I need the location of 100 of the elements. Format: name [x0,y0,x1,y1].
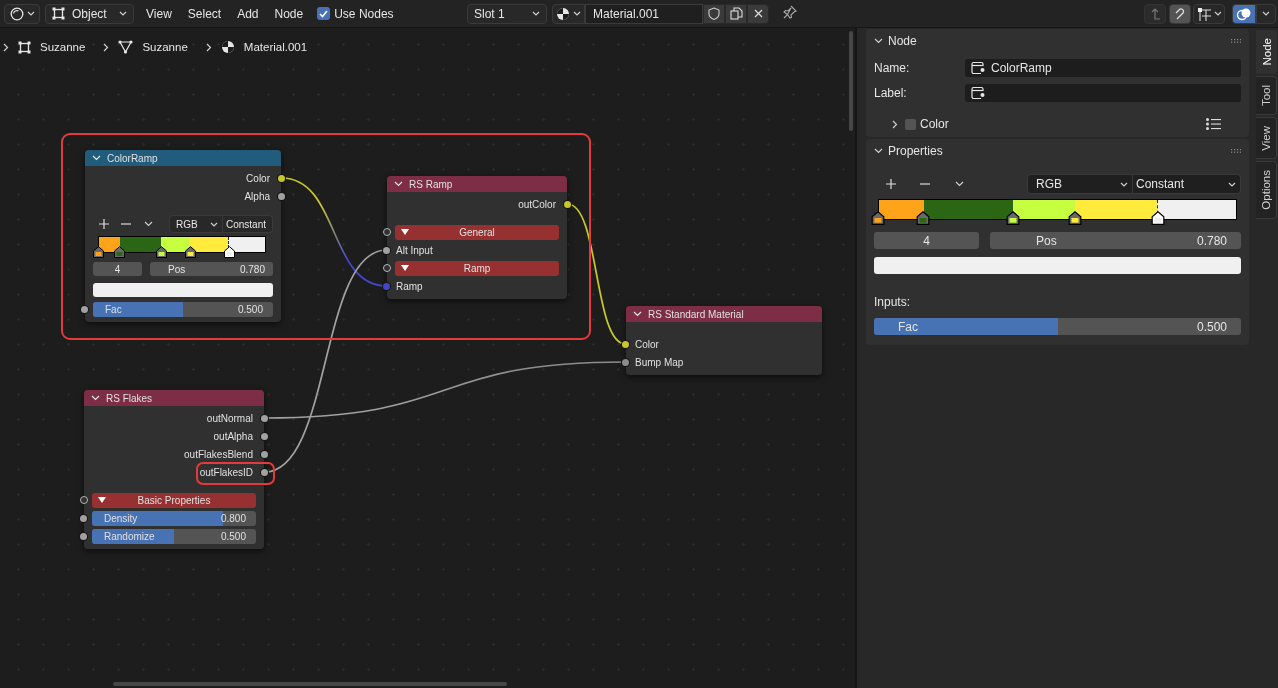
color-stop[interactable] [184,246,196,258]
menu-item[interactable]: View [138,3,180,24]
snap-toggle[interactable] [1169,3,1191,24]
chevron-right-icon[interactable] [892,119,898,129]
menu-item[interactable]: Select [179,3,230,24]
editor-type-dropdown[interactable] [4,3,40,24]
interpolation-dropdown[interactable]: Constant [223,215,273,233]
sidebar-tab[interactable]: Options [1256,161,1277,219]
menu-item[interactable]: Add [229,3,267,24]
chevron-down-icon[interactable] [92,155,101,161]
snap-mode-dropdown[interactable] [1193,3,1225,24]
unlink-button[interactable] [747,3,769,24]
plus-icon[interactable] [99,219,109,229]
panel-socket[interactable] [382,264,391,272]
socket[interactable] [564,200,571,208]
scrollbar[interactable] [113,682,507,686]
color-mode-dropdown[interactable]: RGB [1027,174,1133,194]
chevron-right-icon[interactable] [103,42,110,52]
socket[interactable] [622,358,629,366]
stop-index-field[interactable]: 4 [93,262,142,276]
value-slider[interactable]: Randomize 0.500 [92,528,256,544]
position-field[interactable]: Pos 0.780 [990,232,1241,249]
square-icon [52,7,65,20]
scrollbar[interactable] [849,31,853,131]
menu-item[interactable]: Node [266,3,312,24]
slot-dropdown[interactable]: Slot 1 [467,3,547,24]
color-stop[interactable] [1005,211,1020,225]
object-mode-dropdown[interactable]: Object [45,3,134,24]
socket[interactable] [80,532,87,540]
value-slider[interactable]: Fac 0.500 [93,301,273,317]
color-swatch[interactable] [93,283,273,297]
panel-socket[interactable] [79,496,88,504]
breadcrumb-item[interactable]: Material.001 [243,41,308,53]
color-swatch[interactable] [874,257,1241,274]
caret-icon [1228,181,1236,187]
breadcrumb-item[interactable]: Suzanne [40,41,86,53]
color-stop[interactable] [1068,211,1083,225]
pin-icon[interactable] [783,5,797,19]
socket[interactable] [261,450,268,458]
color-stop[interactable] [871,211,885,225]
color-stop[interactable] [155,246,167,258]
socket[interactable] [383,246,390,254]
color-stop[interactable] [113,246,125,258]
color-stop[interactable] [92,246,104,258]
breadcrumb-item[interactable]: Suzanne [142,41,188,53]
chevron-down-icon[interactable] [874,37,883,44]
text-field[interactable]: ColorRamp [965,59,1241,77]
panel-toggle[interactable]: Basic Properties [92,492,256,508]
plus-icon[interactable] [886,179,896,189]
fake-user-button[interactable] [703,3,725,24]
duplicate-button[interactable] [725,3,747,24]
panel-toggle[interactable]: Ramp [395,260,559,276]
socket[interactable] [278,174,285,182]
color-stop[interactable] [915,211,930,225]
checkbox-label[interactable]: Use Nodes [334,6,394,21]
parent-node-button[interactable] [1144,3,1166,24]
material-browse-button[interactable] [552,3,585,24]
node-header[interactable]: RS Flakes [84,390,264,406]
socket[interactable] [261,414,268,422]
socket[interactable] [278,192,285,200]
material-name-field[interactable]: Material.001 [585,3,703,24]
node-icon [971,86,985,100]
interpolation-dropdown[interactable]: Constant [1133,174,1241,194]
caret-icon[interactable] [143,221,153,227]
panel-toggle[interactable]: General [395,224,559,240]
chevron-down-icon[interactable] [91,395,100,401]
text-field[interactable] [965,84,1241,102]
overlays-toggle[interactable] [1232,3,1256,24]
node-header[interactable]: RS Standard Material [626,306,822,322]
socket[interactable] [80,514,87,522]
panel-title[interactable]: Properties [888,143,1226,158]
checkbox[interactable] [317,7,331,20]
panel-socket[interactable] [382,228,391,236]
sidebar-tab[interactable]: Node [1256,30,1277,74]
color-stop[interactable] [223,246,235,258]
color-mode-dropdown[interactable]: RGB [169,215,223,233]
chevron-down-icon[interactable] [633,311,642,317]
drag-handle-icon[interactable] [1231,38,1241,43]
drag-handle-icon[interactable] [1231,148,1241,153]
checkbox[interactable] [905,118,916,130]
stop-index-field[interactable]: 4 [874,232,979,249]
socket[interactable] [81,305,88,313]
chevron-right-icon[interactable] [3,42,9,52]
position-field[interactable]: Pos 0.780 [150,262,273,276]
socket[interactable] [261,432,268,440]
sidebar-tab[interactable]: Tool [1256,75,1277,115]
list-icon[interactable] [1206,118,1221,130]
color-stop[interactable] [1151,211,1165,225]
node-header[interactable]: RS Ramp [387,176,567,192]
section-title[interactable]: Color [920,117,949,131]
chevron-right-icon[interactable] [205,42,212,52]
sidebar-tab[interactable]: View [1256,116,1277,160]
socket[interactable] [261,468,268,476]
chevron-down-icon[interactable] [874,147,883,154]
chevron-down-icon[interactable] [394,181,403,187]
panel-title[interactable]: Node [888,33,1226,48]
value-slider[interactable]: Fac 0.500 [874,318,1241,335]
socket[interactable] [622,340,629,348]
node-header[interactable]: ColorRamp [85,150,281,166]
caret-icon[interactable] [954,181,964,187]
